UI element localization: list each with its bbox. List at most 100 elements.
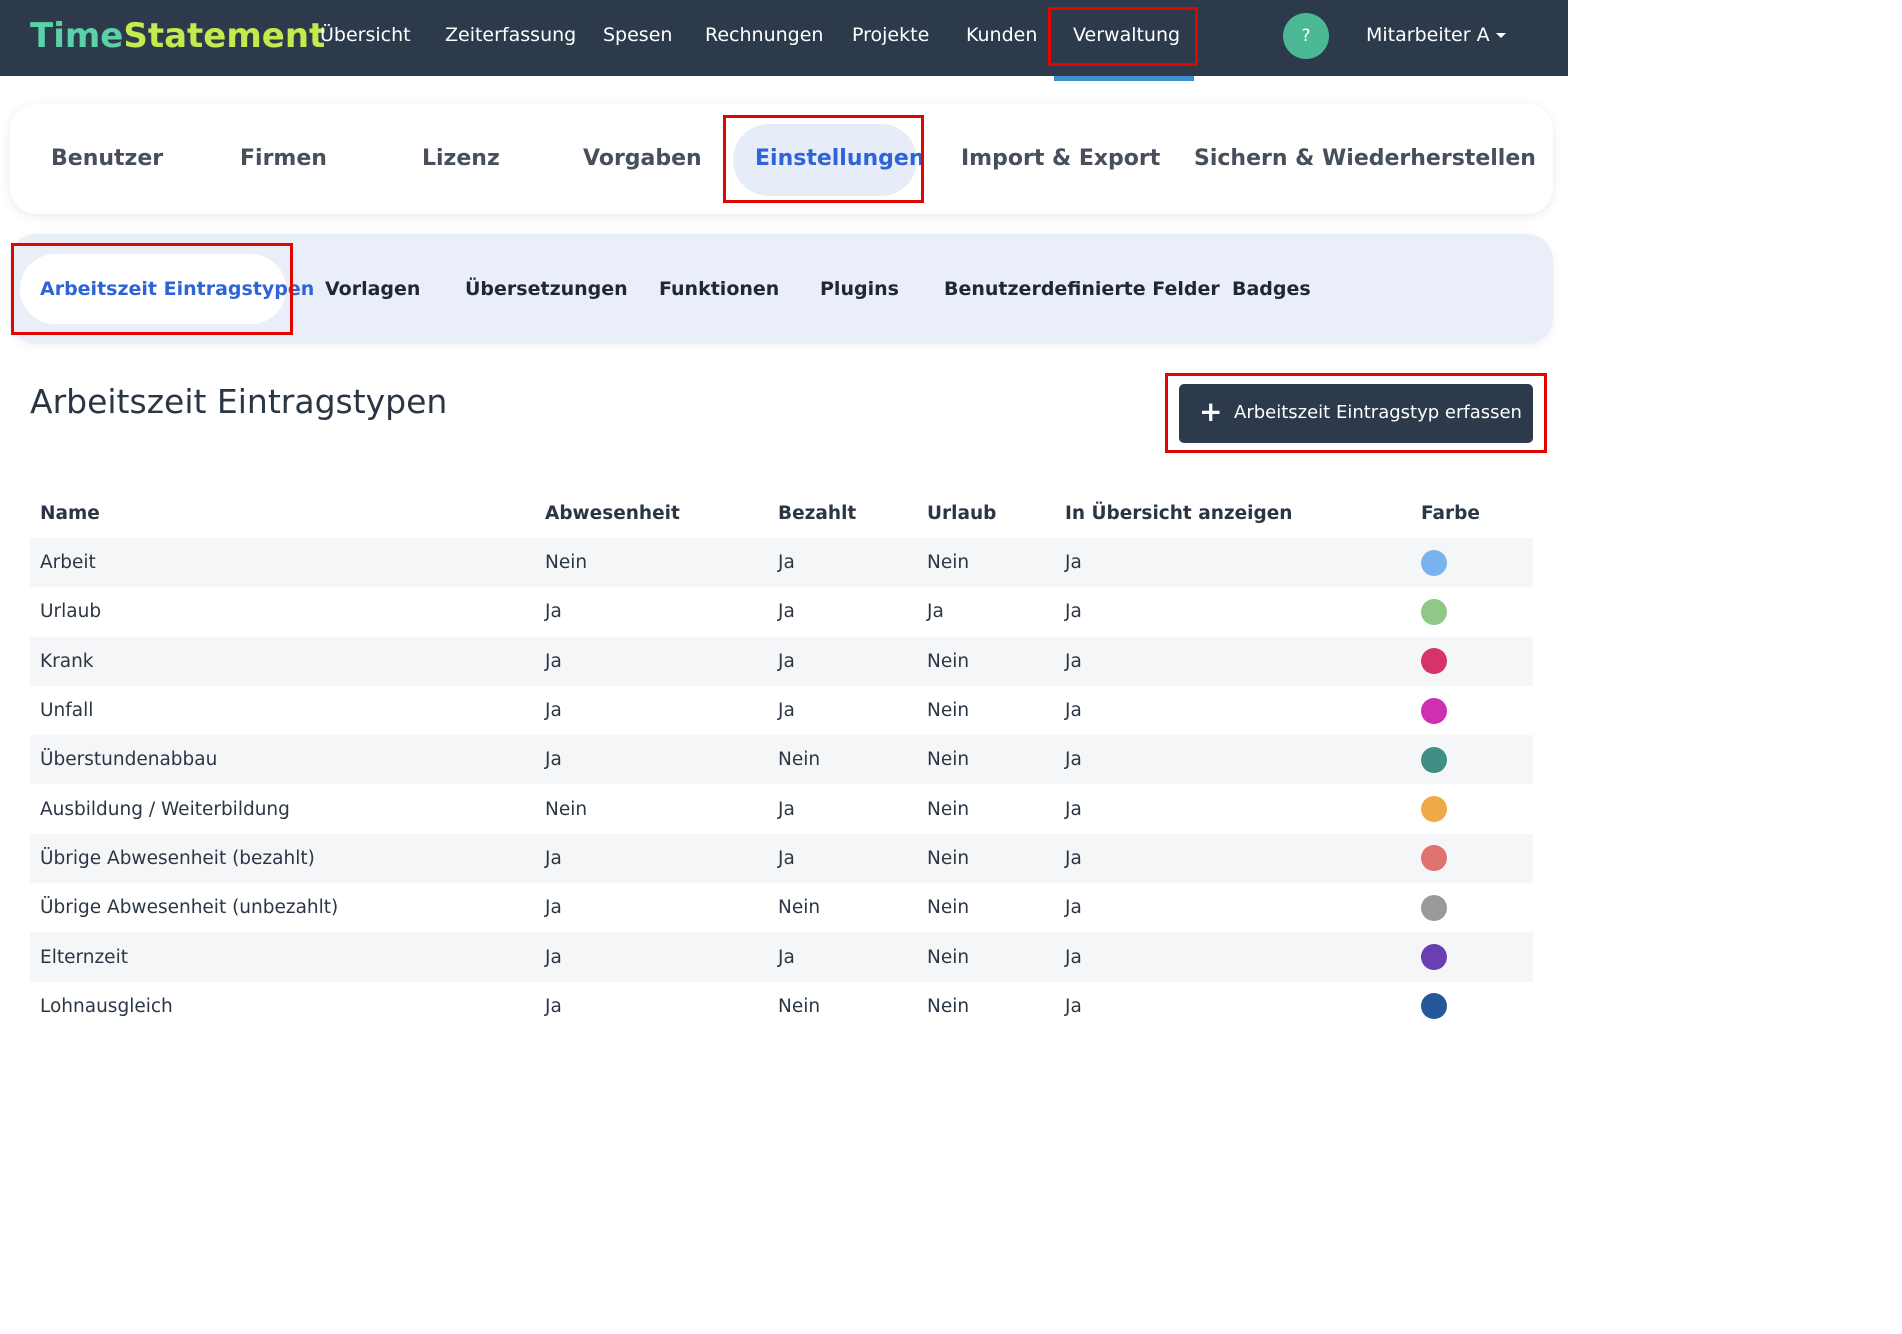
color-swatch xyxy=(1421,944,1447,971)
table-row[interactable]: Ausbildung / Weiterbildung Nein Ja Nein Ja xyxy=(30,784,1533,833)
table-row[interactable]: Arbeit Nein Ja Nein Ja xyxy=(30,538,1533,588)
cell-urlaub: Nein xyxy=(927,749,970,771)
cell-bezahlt: Ja xyxy=(778,650,795,672)
nav-item-uebersicht[interactable]: Übersicht xyxy=(320,24,411,52)
top-navbar: TimeStatement Übersicht Zeiterfassung Sp… xyxy=(0,0,1568,76)
cell-urlaub: Nein xyxy=(927,700,970,722)
cell-urlaub: Nein xyxy=(927,552,970,574)
color-swatch xyxy=(1421,697,1447,724)
cell-abwesenheit: Nein xyxy=(545,798,588,820)
tab-benutzer[interactable]: Benutzer xyxy=(51,146,163,171)
cell-farbe xyxy=(1421,784,1447,833)
cell-urlaub: Nein xyxy=(927,798,970,820)
cell-in-uebersicht: Ja xyxy=(1065,847,1082,869)
cell-name: Übrige Abwesenheit (unbezahlt) xyxy=(40,897,339,919)
nav-active-indicator xyxy=(1054,76,1194,81)
tab-vorgaben[interactable]: Vorgaben xyxy=(583,146,702,171)
column-header-urlaub[interactable]: Urlaub xyxy=(927,488,996,538)
cell-abwesenheit: Nein xyxy=(545,552,588,574)
table-row[interactable]: Urlaub Ja Ja Ja Ja xyxy=(30,587,1533,636)
cell-name: Elternzeit xyxy=(40,946,128,968)
cell-name: Ausbildung / Weiterbildung xyxy=(40,798,290,820)
cell-urlaub: Nein xyxy=(927,650,970,672)
cell-farbe xyxy=(1421,735,1447,784)
table-row[interactable]: Unfall Ja Ja Nein Ja xyxy=(30,686,1533,735)
nav-item-projekte[interactable]: Projekte xyxy=(852,24,929,52)
tab-lizenz[interactable]: Lizenz xyxy=(422,146,500,171)
column-header-bezahlt[interactable]: Bezahlt xyxy=(778,488,856,538)
cell-farbe xyxy=(1421,538,1447,587)
tab-firmen[interactable]: Firmen xyxy=(240,146,327,171)
column-header-name[interactable]: Name xyxy=(40,488,100,538)
cell-urlaub: Nein xyxy=(927,946,970,968)
highlight-box-einstellungen xyxy=(723,115,924,203)
cell-name: Krank xyxy=(40,650,94,672)
subtab-funktionen[interactable]: Funktionen xyxy=(659,278,779,300)
color-swatch xyxy=(1421,845,1447,872)
table-row[interactable]: Krank Ja Ja Nein Ja xyxy=(30,636,1533,686)
cell-abwesenheit: Ja xyxy=(545,897,562,919)
table-header-row: Name Abwesenheit Bezahlt Urlaub In Übers… xyxy=(30,488,1533,538)
cell-abwesenheit: Ja xyxy=(545,700,562,722)
cell-in-uebersicht: Ja xyxy=(1065,650,1082,672)
cell-in-uebersicht: Ja xyxy=(1065,700,1082,722)
table-row[interactable]: Überstundenabbau Ja Nein Nein Ja xyxy=(30,735,1533,785)
cell-name: Unfall xyxy=(40,700,94,722)
cell-farbe xyxy=(1421,883,1447,932)
table-row[interactable]: Elternzeit Ja Ja Nein Ja xyxy=(30,932,1533,982)
color-swatch xyxy=(1421,894,1447,921)
color-swatch xyxy=(1421,993,1447,1020)
caret-down-icon xyxy=(1495,33,1506,38)
color-swatch xyxy=(1421,796,1447,823)
cell-abwesenheit: Ja xyxy=(545,995,562,1017)
cell-in-uebersicht: Ja xyxy=(1065,897,1082,919)
cell-abwesenheit: Ja xyxy=(545,946,562,968)
column-header-in-uebersicht[interactable]: In Übersicht anzeigen xyxy=(1065,488,1292,538)
entry-types-table: Name Abwesenheit Bezahlt Urlaub In Übers… xyxy=(30,488,1533,1031)
cell-farbe xyxy=(1421,932,1447,981)
cell-abwesenheit: Ja xyxy=(545,650,562,672)
cell-bezahlt: Ja xyxy=(778,946,795,968)
help-button[interactable]: ? xyxy=(1283,13,1329,59)
cell-farbe xyxy=(1421,982,1447,1031)
table-row[interactable]: Übrige Abwesenheit (bezahlt) Ja Ja Nein Ja xyxy=(30,833,1533,884)
nav-item-zeiterfassung[interactable]: Zeiterfassung xyxy=(445,24,576,52)
cell-name: Überstundenabbau xyxy=(40,749,218,771)
subtab-uebersetzungen[interactable]: Übersetzungen xyxy=(465,278,628,300)
color-swatch xyxy=(1421,746,1447,773)
app-logo[interactable]: TimeStatement xyxy=(30,16,325,56)
cell-abwesenheit: Ja xyxy=(545,601,562,623)
nav-item-rechnungen[interactable]: Rechnungen xyxy=(705,24,823,52)
subtab-benutzerdefinierte-felder[interactable]: Benutzerdefinierte Felder xyxy=(944,278,1220,300)
cell-in-uebersicht: Ja xyxy=(1065,552,1082,574)
cell-urlaub: Nein xyxy=(927,847,970,869)
cell-abwesenheit: Ja xyxy=(545,847,562,869)
subtab-vorlagen[interactable]: Vorlagen xyxy=(325,278,420,300)
cell-urlaub: Nein xyxy=(927,897,970,919)
subtab-badges[interactable]: Badges xyxy=(1232,278,1311,300)
user-menu[interactable]: Mitarbeiter A xyxy=(1366,24,1506,46)
user-name: Mitarbeiter A xyxy=(1366,24,1490,46)
nav-item-kunden[interactable]: Kunden xyxy=(966,24,1037,52)
column-header-abwesenheit[interactable]: Abwesenheit xyxy=(545,488,680,538)
table-row[interactable]: Lohnausgleich Ja Nein Nein Ja xyxy=(30,982,1533,1031)
tab-sichern-wiederherstellen[interactable]: Sichern & Wiederherstellen xyxy=(1194,146,1536,171)
table-body: Arbeit Nein Ja Nein Ja Urlaub Ja Ja Ja Ja Krank Ja J… xyxy=(30,538,1533,1031)
cell-farbe xyxy=(1421,834,1447,883)
cell-bezahlt: Ja xyxy=(778,552,795,574)
cell-urlaub: Ja xyxy=(927,601,944,623)
table-row[interactable]: Übrige Abwesenheit (unbezahlt) Ja Nein Nein… xyxy=(30,883,1533,932)
cell-bezahlt: Nein xyxy=(778,749,821,771)
subtab-plugins[interactable]: Plugins xyxy=(820,278,899,300)
cell-name: Lohnausgleich xyxy=(40,995,173,1017)
highlight-box-arbeitszeit-eintragstypen xyxy=(11,243,293,335)
cell-bezahlt: Ja xyxy=(778,847,795,869)
logo-text-statement: Statement xyxy=(123,16,326,56)
color-swatch xyxy=(1421,648,1447,675)
tab-import-export[interactable]: Import & Export xyxy=(961,146,1160,171)
column-header-farbe: Farbe xyxy=(1421,502,1480,524)
cell-name: Arbeit xyxy=(40,552,96,574)
cell-in-uebersicht: Ja xyxy=(1065,798,1082,820)
cell-farbe xyxy=(1421,587,1447,636)
nav-item-spesen[interactable]: Spesen xyxy=(603,24,672,52)
